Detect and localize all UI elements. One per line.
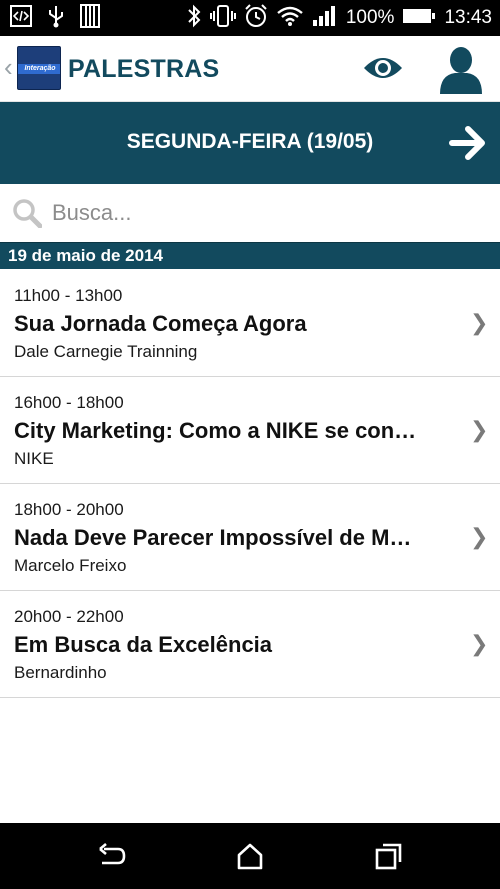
home-icon[interactable] (235, 841, 265, 871)
date-label: 19 de maio de 2014 (8, 246, 163, 265)
usb-icon (46, 4, 66, 33)
status-bar: 100% 13:43 (0, 0, 500, 36)
session-title: Sua Jornada Começa Agora (14, 311, 307, 336)
app-bar: ‹ Interação PALESTRAS (0, 36, 500, 102)
wifi-icon (276, 5, 304, 32)
page-title: PALESTRAS (68, 55, 220, 83)
back-chevron-icon[interactable]: ‹ (4, 54, 13, 80)
day-navigation: SEGUNDA-FEIRA (19/05) (0, 102, 500, 184)
session-title: City Marketing: Como a NIKE se con… (14, 418, 417, 443)
date-section-header: 19 de maio de 2014 (0, 242, 500, 269)
developer-icon (10, 4, 32, 32)
session-speaker: Dale Carnegie Trainning (14, 342, 198, 361)
session-title: Em Busca da Excelência (14, 632, 273, 657)
sd-card-icon (80, 3, 100, 33)
battery-percent: 100% (345, 7, 395, 28)
list-item[interactable]: 16h00 - 18h00 City Marketing: Como a NIK… (0, 377, 500, 484)
user-icon[interactable] (438, 44, 484, 94)
list-item[interactable]: 11h00 - 13h00 Sua Jornada Começa Agora D… (0, 270, 500, 377)
session-speaker: Bernardinho (14, 663, 107, 682)
session-speaker: NIKE (14, 449, 54, 468)
list-item[interactable]: 20h00 - 22h00 Em Busca da Excelência Ber… (0, 591, 500, 698)
session-time: 20h00 - 22h00 (14, 607, 124, 626)
bluetooth-icon (186, 4, 202, 33)
chevron-right-icon: ❯ (470, 631, 489, 656)
clock: 13:43 (444, 7, 492, 28)
chevron-right-icon: ❯ (470, 417, 489, 442)
back-icon[interactable] (96, 841, 126, 871)
session-speaker: Marcelo Freixo (14, 556, 127, 575)
session-time: 11h00 - 13h00 (14, 286, 123, 305)
list-item[interactable]: 18h00 - 20h00 Nada Deve Parecer Impossív… (0, 484, 500, 591)
search-icon (12, 198, 43, 229)
arrow-right-icon[interactable] (448, 125, 488, 161)
recents-icon[interactable] (374, 841, 404, 871)
alarm-icon (244, 3, 268, 33)
session-time: 18h00 - 20h00 (14, 500, 124, 519)
eye-icon[interactable] (362, 52, 404, 84)
vibrate-icon (209, 4, 236, 33)
system-nav-bar (0, 823, 500, 889)
day-title: SEGUNDA-FEIRA (19/05) (126, 130, 374, 153)
battery-icon (402, 6, 436, 31)
chevron-right-icon: ❯ (470, 310, 489, 335)
session-title: Nada Deve Parecer Impossível de M… (14, 525, 412, 550)
app-logo[interactable]: Interação (17, 46, 61, 90)
signal-icon (312, 5, 338, 32)
chevron-right-icon: ❯ (470, 524, 489, 549)
session-list: 11h00 - 13h00 Sua Jornada Começa Agora D… (0, 270, 500, 698)
search-input[interactable] (52, 194, 482, 232)
logo-text: Interação (24, 65, 56, 72)
session-time: 16h00 - 18h00 (14, 393, 124, 412)
search-bar (0, 184, 500, 242)
